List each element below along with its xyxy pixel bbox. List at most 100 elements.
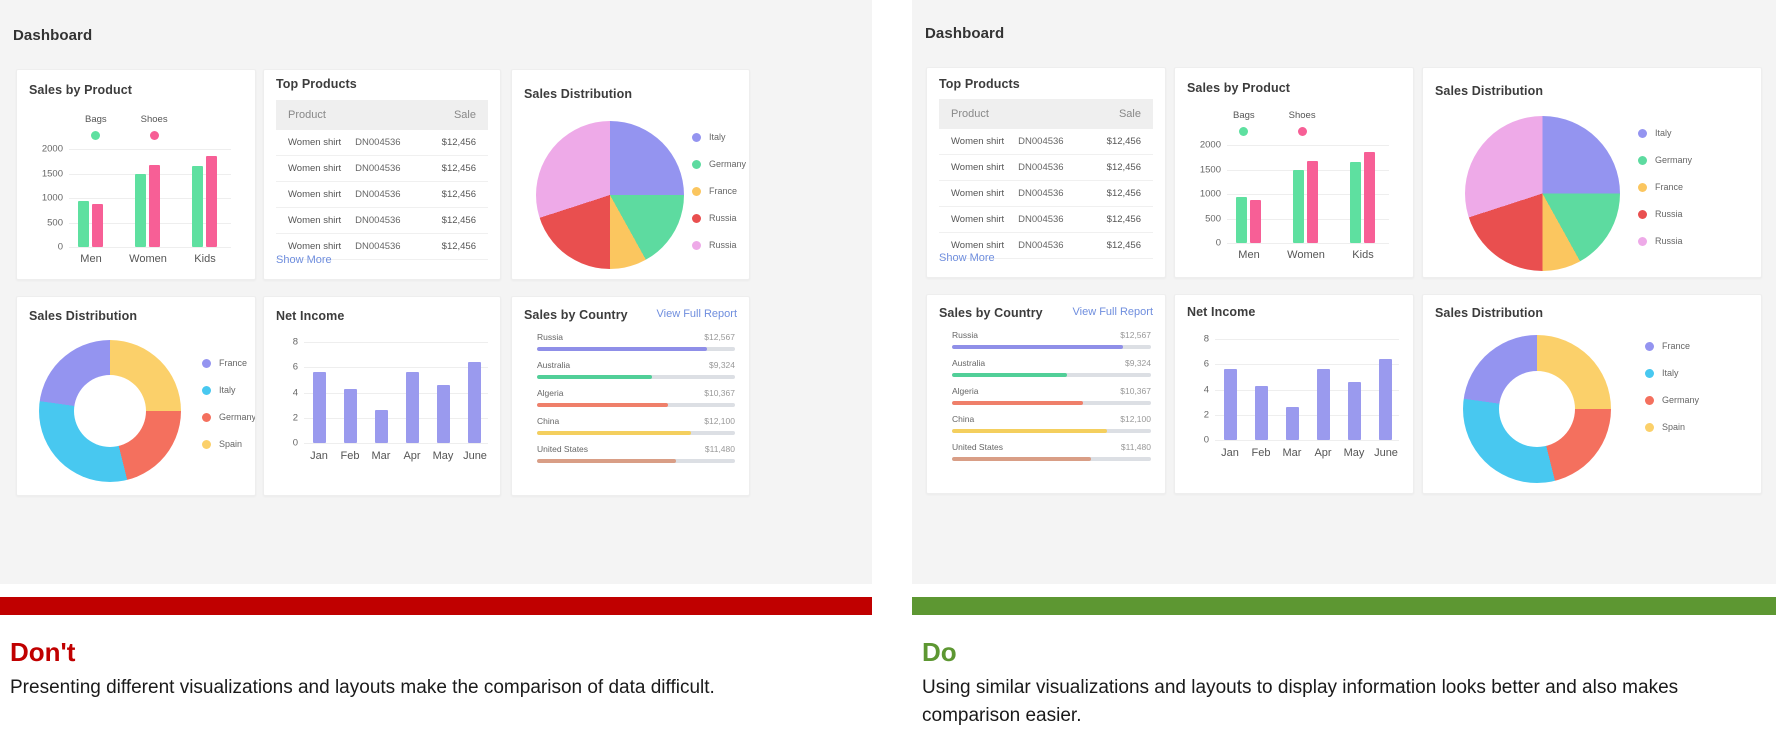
card-net-income: Net Income 8 6 4 2 0 <box>1174 294 1414 494</box>
y-tick: 8 <box>293 337 298 348</box>
x-tick: Men <box>1238 249 1259 261</box>
table-row[interactable]: Women shirtDN004536 $12,456 <box>276 156 488 182</box>
progress-track <box>952 457 1151 461</box>
view-full-report-link[interactable]: View Full Report <box>1073 306 1154 318</box>
bar <box>192 166 203 247</box>
country-name: Russia <box>537 332 563 342</box>
legend-label: Germany <box>1655 155 1692 165</box>
show-more-link[interactable]: Show More <box>276 254 332 266</box>
country-name: United States <box>952 442 1003 452</box>
y-tick: 1000 <box>42 193 63 204</box>
table-row[interactable]: Women shirtDN004536 $12,456 <box>939 155 1153 181</box>
cell-sale: $12,456 <box>425 130 488 156</box>
legend-item-russia: Russia <box>692 213 746 223</box>
x-tick: Kids <box>194 253 215 265</box>
table-row[interactable]: Women shirtDN004536 $12,456 <box>939 207 1153 233</box>
table-row[interactable]: Women shirtDN004536 $12,456 <box>276 208 488 234</box>
card-title: Net Income <box>276 309 344 323</box>
legend-label: Germany <box>1662 395 1699 405</box>
progress-fill <box>952 429 1107 433</box>
page-title: Dashboard <box>925 25 1004 42</box>
legend-item-italy: Italy <box>202 385 256 395</box>
y-tick: 2 <box>293 412 298 423</box>
legend-dot-icon <box>1645 396 1654 405</box>
show-more-link[interactable]: Show More <box>939 252 995 264</box>
legend-label: Shoes <box>141 114 168 125</box>
card-sales-distribution-donut: Sales Distribution France Italy Germany … <box>1422 294 1762 494</box>
card-title: Sales by Country <box>524 308 628 322</box>
bar <box>1293 170 1304 243</box>
legend-dot-icon <box>1645 369 1654 378</box>
legend-dot-icon <box>692 187 701 196</box>
cell-product: Women shirtDN004536 <box>276 156 425 182</box>
card-title: Top Products <box>939 77 1020 91</box>
cell-sale: $12,456 <box>425 156 488 182</box>
legend-label: Bags <box>85 114 107 125</box>
legend-item-russia: Russia <box>1638 209 1692 219</box>
legend-item-shoes: Shoes <box>141 114 168 140</box>
x-tick: Jan <box>1221 447 1239 459</box>
country-value: $12,567 <box>704 332 735 342</box>
view-full-report-link[interactable]: View Full Report <box>657 308 738 320</box>
legend-dot-icon <box>91 131 100 140</box>
progress-fill <box>537 403 668 407</box>
y-tick: 1500 <box>42 168 63 179</box>
y-tick: 1000 <box>1200 189 1221 200</box>
legend-dot-icon <box>1645 423 1654 432</box>
caption-text: Presenting different visualizations and … <box>10 674 820 702</box>
legend-item-bags: Bags <box>85 114 107 140</box>
legend-item-germany: Germany <box>692 159 746 169</box>
x-tick: Mar <box>1283 447 1302 459</box>
bar <box>437 385 450 443</box>
card-title: Sales Distribution <box>524 87 632 101</box>
table-row[interactable]: Women shirtDN004536 $12,456 <box>276 182 488 208</box>
card-sales-by-product: Sales by Product Bags Shoes <box>1174 67 1414 278</box>
table-row[interactable]: Women shirtDN004536 $12,456 <box>939 181 1153 207</box>
bar <box>344 389 357 443</box>
list-item: China$12,100 <box>537 416 735 435</box>
country-value: $9,324 <box>1125 358 1151 368</box>
list-item: China$12,100 <box>952 414 1151 433</box>
progress-fill <box>537 347 707 351</box>
card-net-income: Net Income 8 6 4 2 0 <box>263 296 501 496</box>
card-sales-distribution-pie: Sales Distribution Italy Germany France … <box>1422 67 1762 278</box>
bar <box>1307 161 1318 243</box>
bar-plot-area: 2000 1500 1000 500 0 Men Women Kids <box>1227 145 1389 243</box>
table-row[interactable]: Women shirtDN004536 $12,456 <box>939 129 1153 155</box>
cell-sale: $12,456 <box>425 234 488 260</box>
bar <box>92 204 103 247</box>
cell-product: Women shirtDN004536 <box>939 129 1089 155</box>
legend-item-shoes: Shoes <box>1289 110 1316 136</box>
bar <box>1236 197 1247 244</box>
x-tick: Feb <box>341 450 360 462</box>
legend-label: Russia <box>709 213 737 223</box>
legend-dot-icon <box>150 131 159 140</box>
legend-item-italy: Italy <box>1638 128 1692 138</box>
legend-label: France <box>1662 341 1690 351</box>
bar <box>206 156 217 247</box>
x-tick: Women <box>129 253 167 265</box>
y-tick: 2000 <box>1200 140 1221 151</box>
table-header-row: Product Sale <box>939 99 1153 129</box>
legend-label: Germany <box>709 159 746 169</box>
card-title: Sales Distribution <box>1435 306 1543 320</box>
y-tick: 4 <box>1204 384 1209 395</box>
list-item: United States$11,480 <box>537 444 735 463</box>
bar <box>1255 386 1268 440</box>
x-tick: Apr <box>1314 447 1331 459</box>
country-value: $12,567 <box>1120 330 1151 340</box>
panel-do: Dashboard Top Products Product Sale <box>904 0 1776 751</box>
card-title: Top Products <box>276 77 357 91</box>
table-row[interactable]: Women shirtDN004536 $12,456 <box>276 130 488 156</box>
panel-dont: Dashboard Sales by Product Bags Shoes <box>0 0 872 751</box>
list-item: Algeria$10,367 <box>952 386 1151 405</box>
legend-label: Italy <box>1662 368 1679 378</box>
x-tick: June <box>463 450 487 462</box>
y-tick: 500 <box>47 217 63 228</box>
column-header-sale: Sale <box>425 100 488 130</box>
legend-label: Bags <box>1233 110 1255 121</box>
footer-do: Do Using similar visualizations and layo… <box>904 637 1776 729</box>
card-title: Sales by Product <box>1187 81 1290 95</box>
page-title: Dashboard <box>13 27 92 44</box>
x-tick: Men <box>80 253 101 265</box>
